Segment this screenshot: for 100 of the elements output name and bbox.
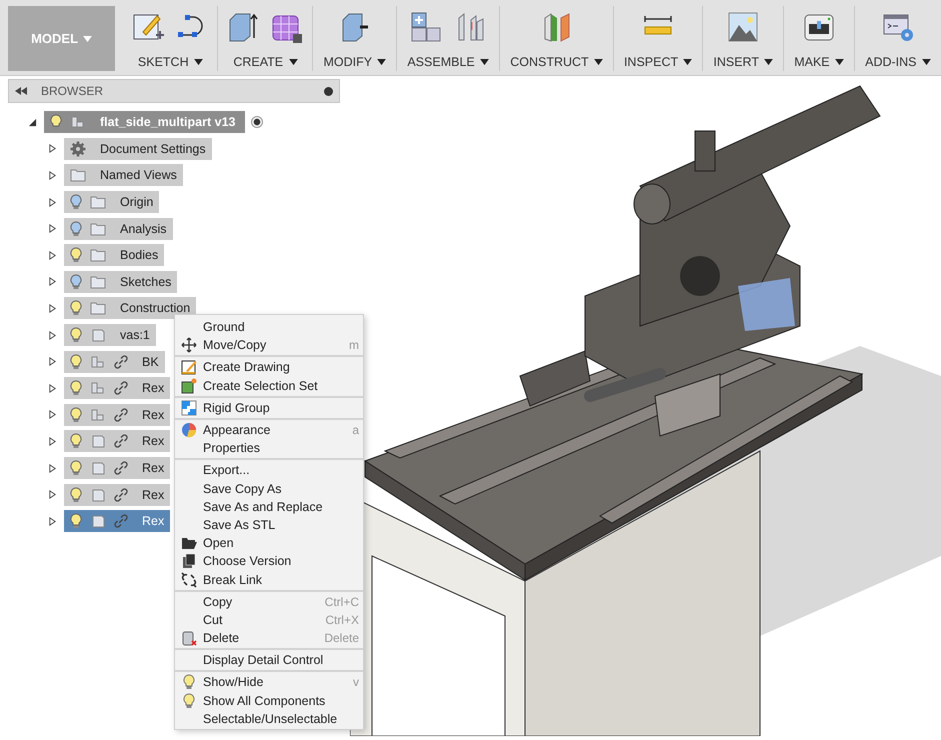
body-cube-icon <box>90 460 106 476</box>
menu-item[interactable]: Display Detail Control <box>175 651 363 670</box>
tree-item[interactable]: Rex <box>64 430 170 452</box>
menu-item[interactable]: Copy Ctrl+C <box>175 592 363 611</box>
menu-item[interactable]: Open <box>175 534 363 552</box>
joint-blocks-icon[interactable] <box>409 10 444 44</box>
light-bulb-icon[interactable] <box>70 486 82 503</box>
puzzle-icon <box>181 400 197 416</box>
menu-item[interactable]: Move/Copy m <box>175 336 363 354</box>
toolbar-group-menu[interactable]: CREATE <box>231 55 300 71</box>
toolbar-group-menu[interactable]: INSERT <box>711 55 776 71</box>
tree-item[interactable]: Sketches <box>64 270 178 293</box>
light-bulb-icon[interactable] <box>70 274 82 290</box>
toolbar-group-menu[interactable]: CONSTRUCT <box>508 55 605 71</box>
body-cube-icon <box>90 433 106 450</box>
menu-item[interactable]: Show/Hide v <box>175 673 363 692</box>
menu-item[interactable]: Create Selection Set <box>175 376 363 395</box>
light-bulb-icon[interactable] <box>70 247 82 264</box>
broken-link-icon <box>181 572 197 588</box>
tree-item[interactable]: Document Settings <box>64 138 212 160</box>
light-bulb-icon[interactable] <box>70 460 82 476</box>
tree-item[interactable]: Rex <box>64 457 170 480</box>
light-bulb-icon <box>181 674 197 690</box>
caret-icon <box>194 59 204 66</box>
drawing-pencil-icon <box>181 359 197 376</box>
component-icon <box>90 406 106 423</box>
light-bulb-icon[interactable] <box>70 513 82 530</box>
collapse-icon[interactable] <box>15 87 27 95</box>
light-bulb-icon[interactable] <box>70 406 82 423</box>
menu-item[interactable]: Save As STL <box>175 516 363 534</box>
component-icon <box>90 354 106 370</box>
selection-set-icon <box>181 378 197 394</box>
light-bulb-icon[interactable] <box>70 354 82 370</box>
caret-icon <box>835 59 844 66</box>
tree-item[interactable]: vas:1 <box>64 324 156 346</box>
body-cube-icon <box>90 513 106 530</box>
tree-item[interactable]: Origin <box>64 191 160 214</box>
caret-icon <box>83 36 92 43</box>
caret-icon <box>377 59 386 66</box>
menu-item[interactable]: Ground <box>175 318 363 336</box>
caret-icon <box>922 59 931 66</box>
image-icon[interactable] <box>726 10 760 44</box>
caret-icon <box>480 59 490 66</box>
toolbar-group-menu[interactable]: SKETCH <box>136 55 206 71</box>
light-bulb-icon <box>181 692 197 709</box>
body-cube-icon <box>90 486 106 503</box>
light-bulb-icon[interactable] <box>70 327 82 344</box>
tree-item[interactable]: Rex <box>64 484 170 506</box>
caret-icon <box>288 59 298 66</box>
menu-item[interactable]: Choose Version <box>175 552 363 570</box>
folder-icon <box>90 194 106 210</box>
light-bulb-icon[interactable] <box>70 300 82 316</box>
folder-icon <box>90 300 106 316</box>
color-ball-icon <box>181 422 197 438</box>
toolbar-group-menu[interactable]: INSPECT <box>622 55 694 71</box>
menu-item[interactable]: Selectable/Unselectable <box>175 710 363 728</box>
component-icon <box>90 380 106 396</box>
move-arrows-icon <box>181 337 197 354</box>
menu-item[interactable]: Rigid Group <box>175 398 363 417</box>
menu-item[interactable]: Delete Delete <box>175 629 363 648</box>
menu-item[interactable]: Save As and Replace <box>175 498 363 516</box>
tree-item[interactable]: BK <box>64 350 165 373</box>
light-bulb-icon[interactable] <box>70 194 82 210</box>
tree-item[interactable]: Rex <box>64 377 170 400</box>
caret-icon <box>594 59 603 66</box>
light-bulb-icon[interactable] <box>70 220 82 237</box>
menu-item[interactable]: Create Drawing <box>175 358 363 377</box>
folder-icon <box>70 167 86 184</box>
menu-item[interactable]: Appearance a <box>175 420 363 440</box>
menu-item[interactable]: Break Link <box>175 570 363 589</box>
tree-item[interactable]: Construction <box>64 297 196 320</box>
body-cube-icon <box>90 327 106 344</box>
menu-item[interactable]: Export... <box>175 461 363 480</box>
pages-icon <box>181 553 197 570</box>
folder-icon <box>90 220 106 237</box>
toolbar-group-menu[interactable]: MODIFY <box>321 55 388 71</box>
menu-item[interactable]: Cut Ctrl+X <box>175 610 363 629</box>
menu-item[interactable]: Show All Components <box>175 692 363 710</box>
tree-item[interactable]: Rex <box>64 510 170 532</box>
folder-icon <box>90 247 106 264</box>
tree-item[interactable]: Analysis <box>64 218 173 240</box>
caret-icon <box>764 59 774 66</box>
toolbar-group-menu[interactable]: MAKE <box>792 55 846 71</box>
browser-title: BROWSER <box>41 84 104 98</box>
tree-item[interactable]: Named Views <box>64 164 183 186</box>
folder-icon <box>181 535 197 552</box>
active-radio-icon[interactable] <box>251 116 264 128</box>
light-bulb-icon[interactable] <box>70 380 82 396</box>
light-bulb-icon[interactable] <box>70 433 82 450</box>
tree-item[interactable]: Bodies <box>64 244 164 266</box>
pin-icon[interactable] <box>324 86 333 96</box>
tree-item[interactable]: Rex <box>64 404 170 426</box>
toolbar-group-menu[interactable]: ADD-INS <box>863 55 933 71</box>
caret-icon <box>683 59 692 66</box>
folder-icon <box>90 274 106 290</box>
toolbar-group-menu[interactable]: ASSEMBLE <box>405 55 492 71</box>
menu-item[interactable]: Save Copy As <box>175 480 363 498</box>
menu-item[interactable]: Properties <box>175 439 363 458</box>
trash-can-icon <box>181 630 197 646</box>
gear-icon <box>70 140 86 157</box>
